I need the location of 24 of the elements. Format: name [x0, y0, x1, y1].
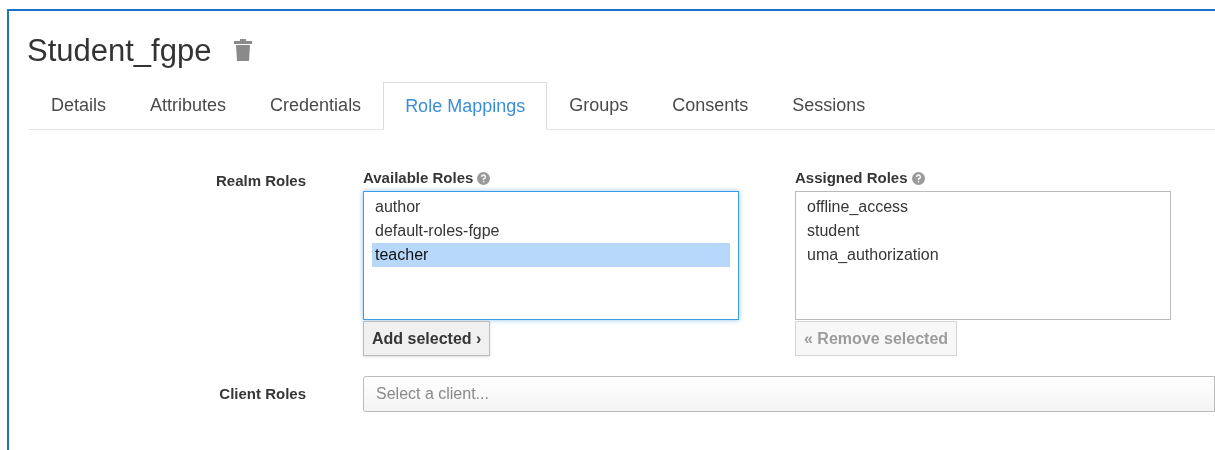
role-option[interactable]: student	[804, 219, 1162, 243]
tab[interactable]: Details	[29, 82, 129, 129]
list-heading: Available Roles	[363, 167, 474, 188]
page-title: Student_fgpe	[27, 34, 212, 66]
role-option[interactable]: author	[372, 195, 730, 219]
role-list[interactable]: offline_access student uma_authorization	[795, 191, 1171, 320]
role-list[interactable]: author default-roles-fgpe teacher	[363, 191, 739, 320]
tab[interactable]: Consents	[650, 82, 771, 129]
role-option[interactable]: teacher	[372, 243, 730, 267]
tab[interactable]: Credentials	[248, 82, 384, 129]
list-heading: Assigned Roles	[795, 167, 908, 188]
delete-icon[interactable]	[233, 38, 254, 62]
field-label: Client Roles	[219, 385, 306, 402]
help-icon[interactable]	[911, 171, 925, 185]
role-option[interactable]: default-roles-fgpe	[372, 219, 730, 243]
role-option[interactable]: offline_access	[804, 195, 1162, 219]
tab[interactable]: Sessions	[770, 82, 888, 129]
field-label: Realm Roles	[215, 172, 306, 189]
help-icon[interactable]	[477, 171, 491, 185]
list-action-button[interactable]: Add selected ›	[363, 321, 491, 356]
client-select[interactable]: Select a client...	[363, 376, 1215, 412]
tab[interactable]: Attributes	[128, 82, 249, 129]
tab[interactable]: Groups	[547, 82, 651, 129]
role-option[interactable]: uma_authorization	[804, 243, 1162, 267]
